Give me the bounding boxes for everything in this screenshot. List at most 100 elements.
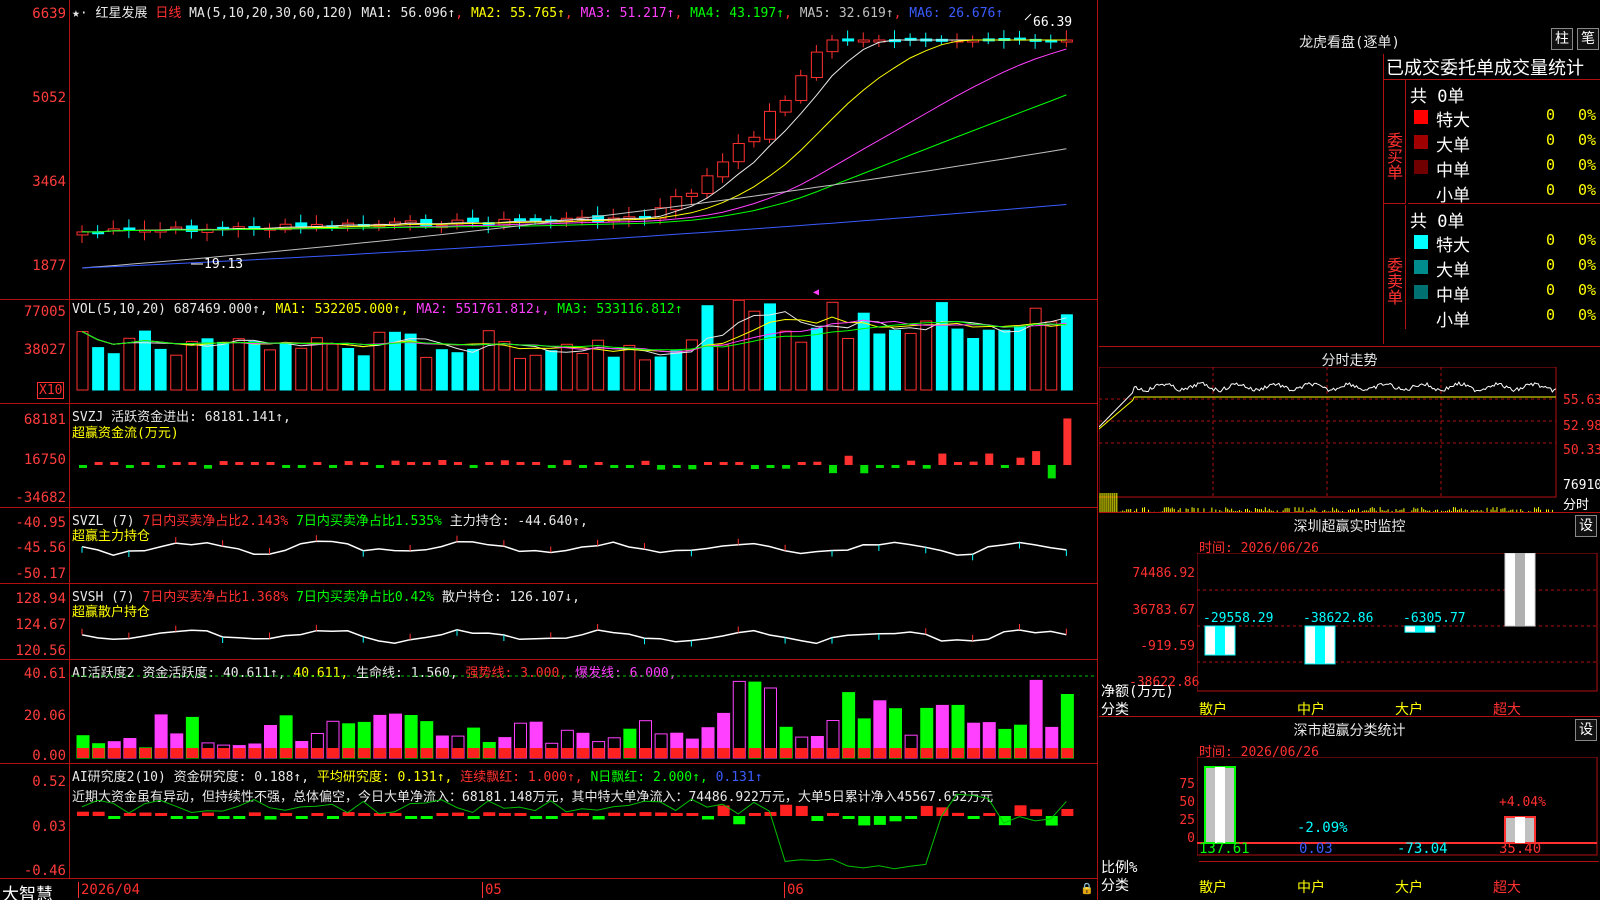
bar-mode-button[interactable]: 柱 [1551, 28, 1573, 50]
volume-y-axis: 77005 38027 X10 [0, 300, 70, 403]
row-pct: 0% [1578, 306, 1597, 324]
candle [748, 136, 761, 143]
intraday-chart[interactable] [1099, 367, 1559, 513]
volume-bar [1045, 321, 1058, 391]
stats-tick: 25 [1179, 813, 1195, 828]
vol-unit-badge: X10 [37, 382, 65, 399]
volume-bar [264, 349, 276, 391]
sz-monitor-chart[interactable]: -29558.29-38622.86-6305.7774486.92 [1197, 553, 1600, 693]
row-count: 0 [1546, 156, 1556, 174]
volume-bar [217, 341, 230, 391]
ai1-base [92, 748, 105, 758]
candlestick-chart[interactable]: 66.39 19.13 ◀ [71, 0, 1097, 300]
buy-row-m: 中单 0 0% [1408, 155, 1600, 181]
ai-research-panel[interactable]: 0.52 0.03 -0.46 AI研究度2(10) 资金研究度: 0.188↑… [0, 764, 1098, 879]
sz-monitor-title: 深圳超赢实时监控 [1293, 519, 1406, 535]
ai2-bar [1014, 805, 1027, 816]
ai1-bars[interactable] [71, 660, 1097, 764]
volume-bar [670, 350, 683, 391]
ai2-bar [608, 812, 621, 816]
ai2-bar [483, 812, 496, 816]
price-panel[interactable]: 6639 5052 3464 1877 ★· 红星发展 日线 MA(5,10,2… [0, 0, 1098, 300]
ai1-base [280, 748, 293, 758]
svzj-bar [907, 460, 916, 465]
ai2-bar [389, 813, 402, 816]
ai1-base [186, 748, 199, 758]
ai2-bar [139, 812, 152, 816]
high-label: 66.39 [1033, 15, 1072, 30]
svzj-bar [219, 461, 228, 465]
row-name: 大单 [1436, 261, 1470, 281]
intraday-panel[interactable]: 分时走势 55.63 52.98 50.33 76910 分时 [1099, 346, 1600, 513]
sz-monitor-panel[interactable]: 深圳超赢实时监控 设 时间: 2026/06/26 74486.92 36783… [1099, 512, 1600, 718]
ai2-bar [920, 805, 933, 816]
vol-tick: 38027 [23, 342, 66, 358]
ai1-base [217, 748, 230, 758]
volume-bar [357, 355, 370, 391]
svzl-panel[interactable]: -40.95 -45.56 -50.17 SVZL (7) 7日内买卖净占比2.… [0, 508, 1098, 584]
ai2-bar [202, 812, 214, 816]
ai1-bar [764, 687, 777, 759]
kline-chart-area[interactable]: 6639 5052 3464 1877 ★· 红星发展 日线 MA(5,10,2… [0, 0, 1098, 900]
row-pct: 0% [1578, 181, 1597, 199]
sell-orders-label: 委卖单 [1384, 205, 1406, 329]
volume-bar [685, 339, 698, 391]
svsh-line[interactable] [71, 584, 1097, 660]
svzj-bar [641, 460, 650, 465]
volume-bars[interactable] [71, 300, 1097, 404]
lock-icon[interactable]: 🔒 [1080, 882, 1094, 895]
row-pct: 0% [1578, 256, 1597, 274]
row-name: 特大 [1436, 111, 1470, 131]
ai2-bar [420, 816, 433, 819]
ai2-bar [858, 816, 871, 826]
stats-cat: 超大 [1493, 880, 1521, 896]
price-tick: 5052 [32, 90, 66, 106]
svzj-bar [407, 462, 416, 465]
volume-bar [873, 333, 886, 391]
ai1-base [780, 748, 793, 758]
tick-mode-button[interactable]: 笔 [1577, 28, 1599, 50]
ai2-bar [327, 816, 339, 819]
volume-bar [467, 348, 480, 391]
ai2-bar [405, 816, 418, 819]
ma-line [81, 148, 1067, 269]
candle [810, 51, 823, 79]
sz-stats-panel[interactable]: 深市超赢分类统计 设 时间: 2026/06/26 75 50 25 0 比例%… [1099, 716, 1600, 900]
sz-stats-settings-button[interactable]: 设 [1575, 719, 1597, 741]
intraday-price: 52.98 [1563, 419, 1600, 434]
ai2-bar [827, 813, 839, 816]
ai1-base [327, 748, 339, 758]
ai1-y-axis: 40.61 20.06 0.00 [0, 660, 70, 764]
volume-bar [420, 356, 433, 391]
ai2-bar [670, 813, 683, 816]
ai2-bar [342, 812, 355, 816]
svzl-line[interactable] [71, 508, 1097, 584]
volume-bar [154, 348, 167, 391]
svzj-bar [782, 465, 791, 469]
dragon-tiger-panel: 龙虎看盘(逐单) 柱 笔 已成交委托单成交量统计 委买单 共 0单 特大 0 0% … [1099, 0, 1600, 344]
svsh-panel[interactable]: 128.94 124.67 120.56 SVSH (7) 7日内买卖净占比1.… [0, 584, 1098, 660]
svzj-bars[interactable] [71, 404, 1097, 508]
svzj-bar [750, 465, 759, 470]
ai1-bar [732, 680, 746, 759]
candle [529, 218, 542, 222]
stats-bar-core [1215, 767, 1225, 843]
color-swatch [1414, 135, 1428, 149]
sz-monitor-settings-button[interactable]: 设 [1575, 515, 1597, 537]
sz-tick: 36783.67 [1132, 603, 1195, 618]
volume-panel[interactable]: 77005 38027 X10 VOL(5,10,20) 687469.000↑… [0, 300, 1098, 404]
row-name: 小单 [1436, 186, 1470, 206]
intraday-vol: 76910 [1563, 478, 1600, 493]
ai1-base [748, 748, 761, 758]
stats-value: 35.40 [1499, 841, 1542, 857]
ai1-base [889, 748, 902, 758]
svsh-y-axis: 128.94 124.67 120.56 [0, 584, 70, 659]
svzj-y-axis: 68181 16750 -34682 [0, 404, 70, 507]
svzj-panel[interactable]: 68181 16750 -34682 SVZJ 活跃资金进出: 68181.14… [0, 404, 1098, 508]
ai2-bars[interactable] [71, 764, 1097, 879]
svzj-bar [547, 465, 556, 468]
volume-bar [92, 347, 105, 391]
buy-orders-label: 委买单 [1384, 80, 1406, 204]
ai-activity-panel[interactable]: 40.61 20.06 0.00 AI活跃度2 资金活跃度: 40.611↑, … [0, 660, 1098, 764]
ai2-bar [811, 816, 824, 822]
